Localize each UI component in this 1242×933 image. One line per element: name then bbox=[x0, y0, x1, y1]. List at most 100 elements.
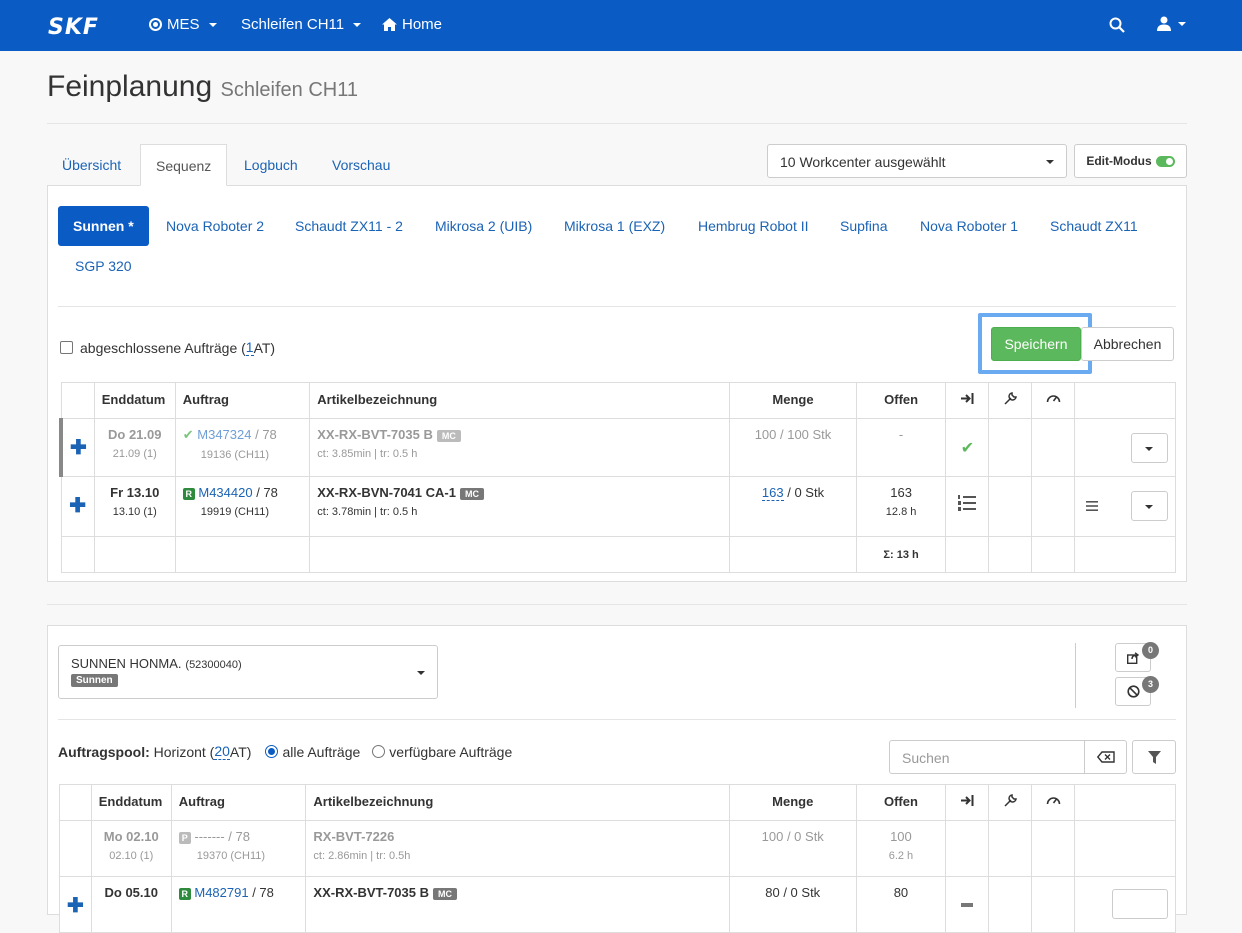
expand-plus-icon[interactable]: ✚ bbox=[70, 437, 87, 459]
col-artikel[interactable]: Artikelbezeichnung bbox=[305, 784, 730, 821]
order-link[interactable]: M482791 bbox=[194, 885, 248, 900]
order-number: ------- bbox=[194, 829, 225, 844]
workcenter-tab-mikrosa-1[interactable]: Mikrosa 1 (EXZ) bbox=[564, 218, 665, 234]
workcenter-tab-schaudt-zx11[interactable]: Schaudt ZX11 bbox=[1050, 218, 1138, 234]
cancel-button[interactable]: Abbrechen bbox=[1081, 327, 1174, 361]
skf-logo[interactable]: SKF bbox=[48, 15, 99, 40]
home-link[interactable]: Home bbox=[382, 16, 442, 33]
workcenter-select-value: 10 Workcenter ausgewählt bbox=[780, 154, 946, 170]
enddate: Mo 02.10 bbox=[103, 829, 159, 844]
horizon-label: Horizont ( bbox=[153, 743, 215, 760]
chevron-down-icon bbox=[353, 22, 362, 27]
expand-plus-icon[interactable]: ✚ bbox=[67, 895, 84, 917]
order-suffix: / 78 bbox=[248, 885, 274, 900]
expand-plus-icon[interactable]: ✚ bbox=[69, 495, 86, 517]
mc-badge: MC bbox=[459, 487, 484, 500]
divider bbox=[47, 604, 1187, 605]
machine-id: (52300040) bbox=[185, 659, 242, 671]
offen: - bbox=[855, 418, 947, 477]
vertical-divider bbox=[1075, 643, 1076, 708]
table-row[interactable]: ✚ Do 21.09 21.09 (1) ✔ M347324 / 78 19136 … bbox=[58, 418, 1176, 477]
tab-logbuch[interactable]: Logbuch bbox=[229, 144, 313, 186]
workcenter-tab-hembrug[interactable]: Hembrug Robot II bbox=[698, 218, 809, 234]
horizon-count[interactable]: 20 bbox=[214, 743, 230, 760]
closed-orders-checkbox[interactable] bbox=[60, 341, 73, 354]
workcenter-tab-nova-roboter-2[interactable]: Nova Roboter 2 bbox=[166, 218, 264, 234]
workcenter-tab-mikrosa-2[interactable]: Mikrosa 2 (UIB) bbox=[435, 218, 532, 234]
search-input[interactable]: Suchen bbox=[889, 740, 1085, 774]
list-icon[interactable] bbox=[961, 903, 974, 907]
workcenter-tab-sgp-320[interactable]: SGP 320 bbox=[75, 258, 132, 274]
pool-table: Enddatum Auftrag Artikelbezeichnung Meng… bbox=[59, 784, 1176, 933]
tab-sequenz[interactable]: Sequenz bbox=[140, 144, 228, 186]
col-offen[interactable]: Offen bbox=[855, 382, 947, 419]
col-enddatum[interactable]: Enddatum bbox=[93, 382, 176, 419]
sequence-table: Enddatum Auftrag Artikelbezeichnung Meng… bbox=[58, 382, 1176, 573]
edit-mode-toggle[interactable]: Edit-Modus bbox=[1074, 144, 1187, 178]
table-header-row: Enddatum Auftrag Artikelbezeichnung Meng… bbox=[59, 784, 1176, 821]
article-name: XX-RX-BVN-7041 CA-1 bbox=[317, 485, 456, 500]
col-auftrag[interactable]: Auftrag bbox=[174, 382, 311, 419]
wrench-icon bbox=[1004, 794, 1017, 807]
workcenter-tab-supfina[interactable]: Supfina bbox=[840, 218, 887, 234]
divider bbox=[47, 123, 1187, 124]
tab-vorschau[interactable]: Vorschau bbox=[317, 144, 405, 186]
row-action-buttons[interactable] bbox=[1112, 889, 1168, 919]
table-row[interactable]: ✚ Do 05.10 R M482791 / 78 XX-RX-BVT-7035… bbox=[59, 876, 1176, 933]
page-title-text: Feinplanung bbox=[47, 70, 213, 103]
table-row[interactable]: ✚ Fr 13.10 13.10 (1) R M434420 / 78 19919 … bbox=[60, 476, 1176, 537]
offen-sub: 12.8 h bbox=[885, 506, 917, 518]
tab-uebersicht[interactable]: Übersicht bbox=[47, 144, 136, 186]
search-placeholder: Suchen bbox=[902, 750, 950, 766]
article-name: XX-RX-BVT-7035 B bbox=[313, 885, 429, 900]
enddate: Fr 13.10 bbox=[110, 485, 160, 500]
drag-handle-icon[interactable] bbox=[1086, 501, 1099, 511]
page-title: Feinplanung Schleifen CH11 bbox=[47, 70, 358, 104]
area-menu[interactable]: Schleifen CH11 bbox=[241, 16, 362, 33]
mc-badge: MC bbox=[433, 887, 457, 900]
mes-label: MES bbox=[167, 16, 200, 33]
offen: 163 bbox=[890, 485, 912, 500]
col-enddatum[interactable]: Enddatum bbox=[90, 784, 172, 821]
horizon-suffix: AT) bbox=[229, 743, 252, 760]
closed-orders-filter: abgeschlossene Aufträge (1 AT) bbox=[60, 339, 275, 356]
row-dropdown-button[interactable] bbox=[1131, 491, 1168, 521]
workcenter-select[interactable]: 10 Workcenter ausgewählt bbox=[767, 144, 1067, 178]
status-tag: R bbox=[178, 887, 191, 900]
radio-all[interactable] bbox=[265, 745, 279, 758]
order-link[interactable]: M347324 bbox=[197, 427, 251, 442]
search-icon[interactable] bbox=[1109, 17, 1125, 33]
workcenter-tab-sunnen[interactable]: Sunnen * bbox=[58, 206, 149, 246]
table-row[interactable]: Mo 02.10 02.10 (1) P ------- / 78 19370 (C… bbox=[59, 820, 1176, 877]
closed-orders-count[interactable]: 1 bbox=[245, 339, 254, 356]
pool-toolbar: Auftragspool: Horizont (20 AT) alle Auft… bbox=[58, 743, 512, 760]
order-sub: 19919 (CH11) bbox=[200, 506, 270, 518]
filter-button[interactable] bbox=[1132, 740, 1176, 774]
chevron-down-icon bbox=[1145, 447, 1153, 451]
article-sub: ct: 3.78min | tr: 0.5 h bbox=[317, 506, 418, 518]
machine-name: SUNNEN HONMA. bbox=[71, 656, 182, 671]
table-header-row: Enddatum Auftrag Artikelbezeichnung Meng… bbox=[60, 382, 1176, 419]
col-offen[interactable]: Offen bbox=[855, 784, 947, 821]
workcenter-tab-schaudt-zx11-2[interactable]: Schaudt ZX11 - 2 bbox=[295, 218, 403, 234]
user-menu[interactable] bbox=[1157, 16, 1186, 31]
save-button[interactable]: Speichern bbox=[991, 327, 1081, 361]
mes-menu[interactable]: MES bbox=[149, 16, 217, 33]
mc-badge: MC bbox=[436, 429, 461, 442]
sum-value: Σ: 13 h bbox=[855, 536, 947, 573]
row-dropdown-button[interactable] bbox=[1131, 433, 1168, 463]
col-menge[interactable]: Menge bbox=[728, 784, 857, 821]
col-menge[interactable]: Menge bbox=[729, 382, 857, 419]
home-icon bbox=[382, 18, 397, 31]
col-artikel[interactable]: Artikelbezeichnung bbox=[309, 382, 731, 419]
clear-search-button[interactable] bbox=[1084, 740, 1127, 774]
radio-available[interactable] bbox=[372, 745, 386, 758]
menge-link[interactable]: 163 bbox=[761, 485, 784, 501]
col-auftrag[interactable]: Auftrag bbox=[170, 784, 307, 821]
machine-select[interactable]: SUNNEN HONMA. (52300040) Sunnen bbox=[58, 645, 438, 699]
list-ol-icon[interactable] bbox=[958, 495, 977, 511]
order-link[interactable]: M434420 bbox=[198, 485, 252, 500]
menge: 100 / 100 Stk bbox=[729, 418, 857, 477]
workcenter-tab-nova-roboter-1[interactable]: Nova Roboter 1 bbox=[920, 218, 1018, 234]
chevron-down-icon bbox=[1145, 505, 1153, 509]
